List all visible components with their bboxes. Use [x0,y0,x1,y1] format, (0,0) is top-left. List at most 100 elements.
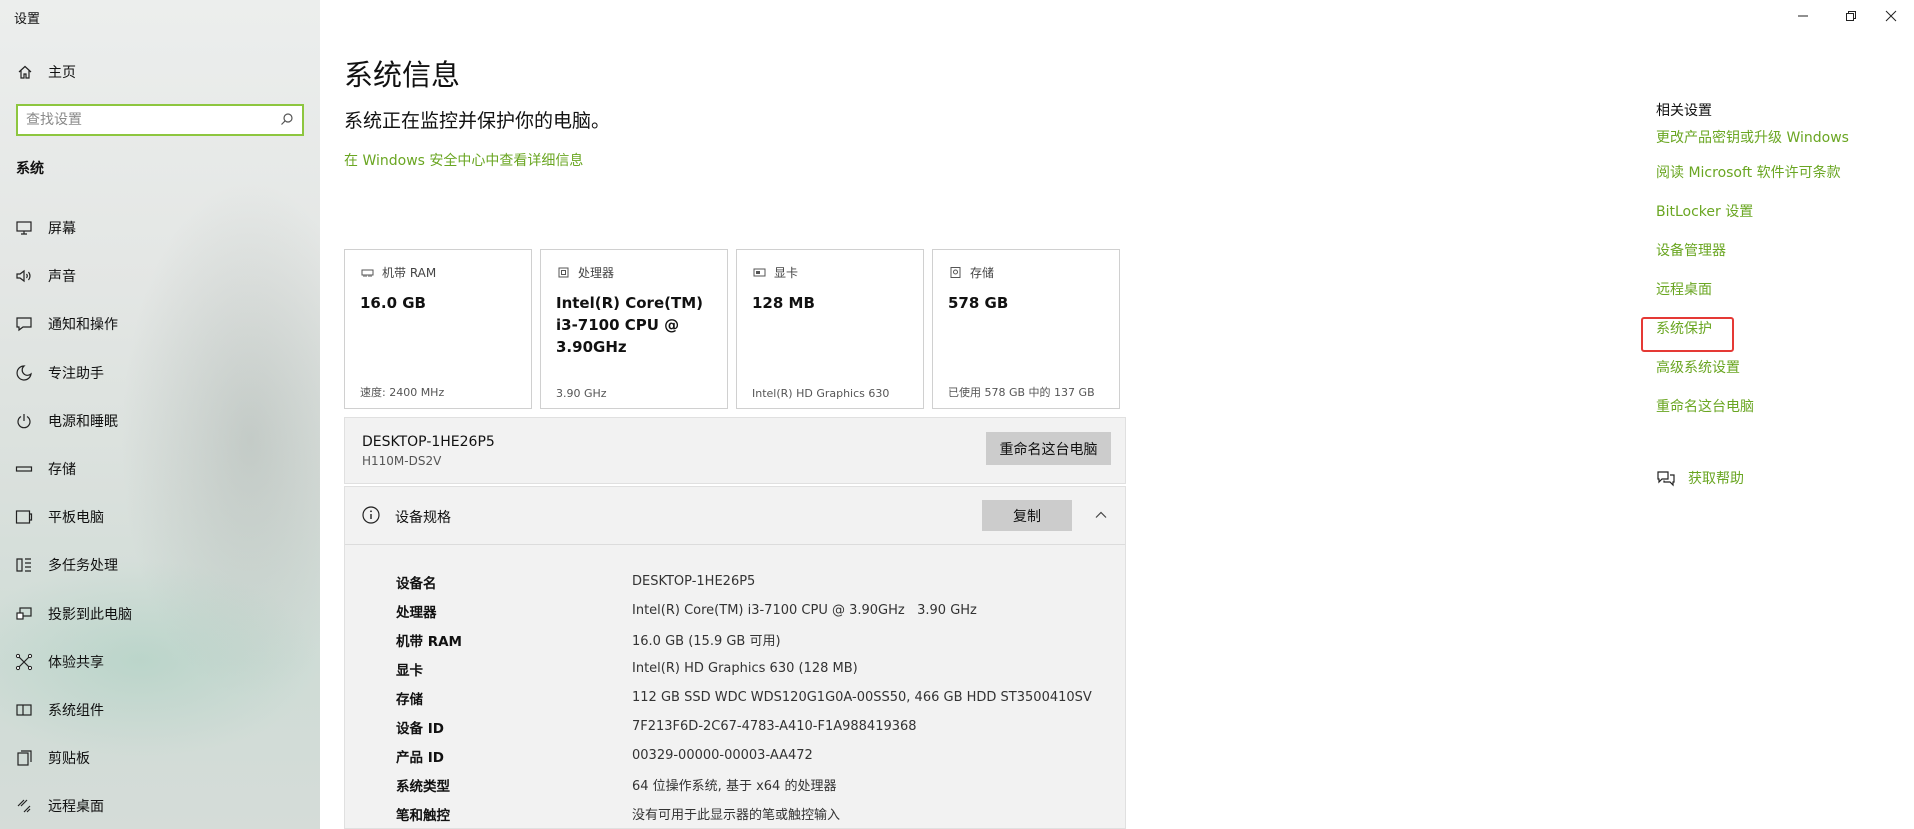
highlight-annotation-box [1641,317,1734,352]
ram-icon [360,266,374,280]
monitor-icon [14,218,34,238]
card-value: Intel(R) Core(TM) i3-7100 CPU @ 3.90GHz [556,294,703,356]
close-button[interactable] [1868,4,1914,28]
sidebar-item-storage[interactable]: 存储 [0,445,320,493]
spec-value: 16.0 GB (15.9 GB 可用) [632,634,781,649]
sidebar: 设置 主页 系统 屏幕 声音 通知和操作 专注助手 [0,0,320,829]
hardware-cards: 机带 RAM 16.0 GB 速度: 2400 MHz 处理器 Intel(R)… [344,249,1120,409]
section-label-system: 系统 [16,161,44,177]
card-title: 机带 RAM [382,266,437,280]
link-change-product-key[interactable]: 更改产品密钥或升级 Windows [1656,122,1906,152]
processor-card: 处理器 Intel(R) Core(TM) i3-7100 CPU @ 3.90… [540,249,728,409]
get-help-link[interactable]: 获取帮助 [1656,468,1744,488]
spec-key: 产品 ID [396,749,444,766]
sidebar-item-shared-experiences[interactable]: 体验共享 [0,638,320,686]
storage-card: 存储 578 GB 已使用 578 GB 中的 137 GB [932,249,1120,409]
chat-help-icon [1656,468,1676,488]
spec-value: 64 位操作系统, 基于 x64 的处理器 [632,779,837,794]
spec-rows: 设备名 DESKTOP-1HE26P5 处理器 Intel(R) Core(TM) … [396,567,1092,828]
sidebar-item-project[interactable]: 投影到此电脑 [0,590,320,638]
minimize-icon [1797,7,1809,26]
search-icon[interactable] [280,111,294,130]
tablet-icon [14,507,34,527]
link-microsoft-license[interactable]: 阅读 Microsoft 软件许可条款 [1656,152,1906,191]
sidebar-item-label: 屏幕 [48,221,76,238]
spec-row: 处理器 Intel(R) Core(TM) i3-7100 CPU @ 3.90G… [396,596,1092,625]
sidebar-item-label: 投影到此电脑 [48,606,132,623]
card-title: 存储 [970,266,995,280]
spec-row: 存储 112 GB SSD WDC WDS120G1G0A-00SS50, 466… [396,683,1092,712]
device-specs-title: 设备规格 [395,510,451,526]
sidebar-item-tablet[interactable]: 平板电脑 [0,493,320,541]
spec-key: 设备名 [396,575,437,592]
sidebar-item-focus-assist[interactable]: 专注助手 [0,349,320,397]
device-specs-header[interactable]: 设备规格 复制 [345,487,1125,545]
storage-icon [14,459,34,479]
page-title: 系统信息 [344,58,461,92]
cpu-icon [556,266,570,280]
spec-key: 存储 [396,691,423,708]
spec-value: DESKTOP-1HE26P5 [632,574,756,589]
sidebar-nav: 屏幕 声音 通知和操作 专注助手 电源和睡眠 存储 平板电脑 多任务处理 投影到… [0,204,320,829]
spec-value: 112 GB SSD WDC WDS120G1G0A-00SS50, 466 G… [632,690,1092,705]
chevron-up-icon[interactable] [1091,505,1111,525]
security-center-link[interactable]: 在 Windows 安全中心中查看详细信息 [344,150,583,170]
device-model: H110M-DS2V [362,454,442,468]
card-value: 16.0 GB [360,294,426,312]
sidebar-item-label: 专注助手 [48,365,104,382]
remote-desktop-icon [14,796,34,816]
clipboard-icon [14,748,34,768]
multitask-icon [14,555,34,575]
sidebar-item-multitasking[interactable]: 多任务处理 [0,541,320,589]
rename-pc-button[interactable]: 重命名这台电脑 [986,432,1111,465]
sidebar-item-label: 电源和睡眠 [48,413,118,430]
sidebar-item-label: 声音 [48,269,76,286]
spec-row: 显卡 Intel(R) HD Graphics 630 (128 MB) [396,654,1092,683]
sidebar-item-display[interactable]: 屏幕 [0,204,320,252]
link-remote-desktop[interactable]: 远程桌面 [1656,269,1906,308]
device-specs-panel: 设备规格 复制 设备名 DESKTOP-1HE26P5 处理器 Intel(R) C… [344,486,1126,829]
disk-icon [948,266,962,280]
sidebar-item-label: 平板电脑 [48,510,104,527]
close-icon [1885,7,1897,26]
spec-key: 设备 ID [396,720,444,737]
sidebar-item-power-sleep[interactable]: 电源和睡眠 [0,397,320,445]
copy-button[interactable]: 复制 [982,500,1072,531]
sidebar-item-label: 体验共享 [48,654,104,671]
sidebar-item-home[interactable]: 主页 [16,62,76,82]
power-icon [14,411,34,431]
search-input[interactable] [26,112,280,128]
components-icon [14,700,34,720]
spec-value: Intel(R) HD Graphics 630 (128 MB) [632,661,858,676]
link-device-manager[interactable]: 设备管理器 [1656,230,1906,269]
search-box[interactable] [16,104,304,136]
minimize-button[interactable] [1780,4,1826,28]
device-name-bar: DESKTOP-1HE26P5 H110M-DS2V 重命名这台电脑 [344,417,1126,484]
sidebar-item-clipboard[interactable]: 剪贴板 [0,734,320,782]
sidebar-item-notifications[interactable]: 通知和操作 [0,300,320,348]
sidebar-item-sound[interactable]: 声音 [0,252,320,300]
share-icon [14,652,34,672]
device-name: DESKTOP-1HE26P5 [362,434,495,450]
sidebar-item-system-components[interactable]: 系统组件 [0,686,320,734]
spec-key: 系统类型 [396,778,450,795]
card-title: 显卡 [774,266,799,280]
gpu-icon [752,266,766,280]
get-help-label: 获取帮助 [1688,471,1744,487]
sidebar-item-remote-desktop[interactable]: 远程桌面 [0,782,320,829]
sidebar-item-label: 多任务处理 [48,558,118,575]
link-bitlocker-settings[interactable]: BitLocker 设置 [1656,191,1906,230]
graphics-card: 显卡 128 MB Intel(R) HD Graphics 630 [736,249,924,409]
link-advanced-system-settings[interactable]: 高级系统设置 [1656,347,1906,386]
sidebar-item-label: 系统组件 [48,702,104,719]
sidebar-item-home-label: 主页 [48,65,76,81]
card-title: 处理器 [578,266,615,280]
notification-icon [14,314,34,334]
related-settings: 相关设置 更改产品密钥或升级 Windows 阅读 Microsoft 软件许可… [1656,100,1906,425]
spec-key: 机带 RAM [396,633,462,650]
project-icon [14,604,34,624]
moon-icon [14,363,34,383]
card-value: 578 GB [948,294,1009,312]
link-rename-pc[interactable]: 重命名这台电脑 [1656,386,1906,425]
spec-row: 设备名 DESKTOP-1HE26P5 [396,567,1092,596]
